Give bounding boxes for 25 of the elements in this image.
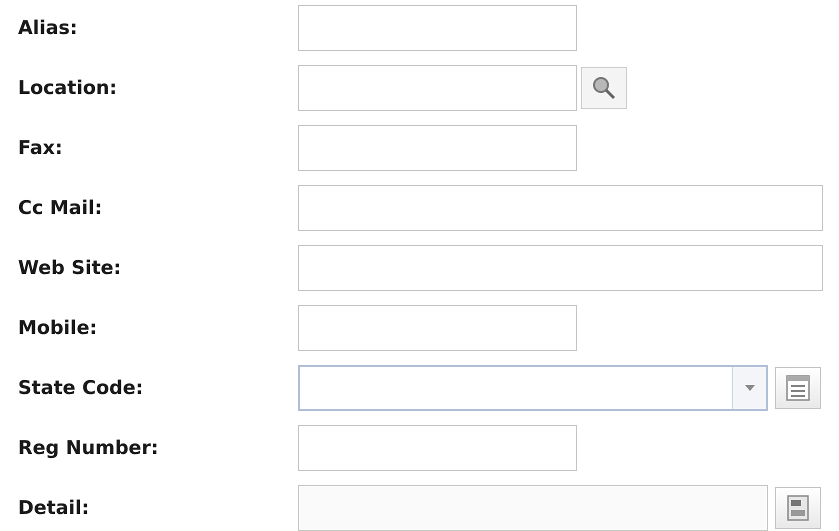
search-button[interactable] [581, 67, 627, 109]
input-field[interactable] [298, 485, 768, 531]
input-field[interactable] [298, 425, 577, 471]
field-label: Location: [17, 76, 118, 101]
list-icon [785, 374, 811, 402]
input-field[interactable] [298, 65, 577, 111]
input-field[interactable] [298, 5, 577, 51]
field-label: Reg Number: [17, 436, 160, 461]
field-label: Detail: [17, 496, 90, 521]
detail-button[interactable] [775, 487, 821, 529]
input-field[interactable] [298, 185, 823, 231]
document-icon [786, 494, 810, 522]
search-icon [591, 75, 617, 101]
field-label: Web Site: [17, 256, 122, 281]
list-button[interactable] [775, 367, 821, 409]
field-label: Alias: [17, 16, 78, 41]
input-field[interactable] [298, 125, 577, 171]
field-label: Fax: [17, 136, 64, 161]
field-label: Mobile: [17, 316, 98, 341]
input-field[interactable] [298, 305, 577, 351]
field-label: State Code: [17, 376, 144, 401]
input-field[interactable] [298, 245, 823, 291]
field-label: Cc Mail: [17, 196, 104, 221]
caret-icon [744, 385, 754, 391]
dropdown-field[interactable] [298, 365, 768, 411]
